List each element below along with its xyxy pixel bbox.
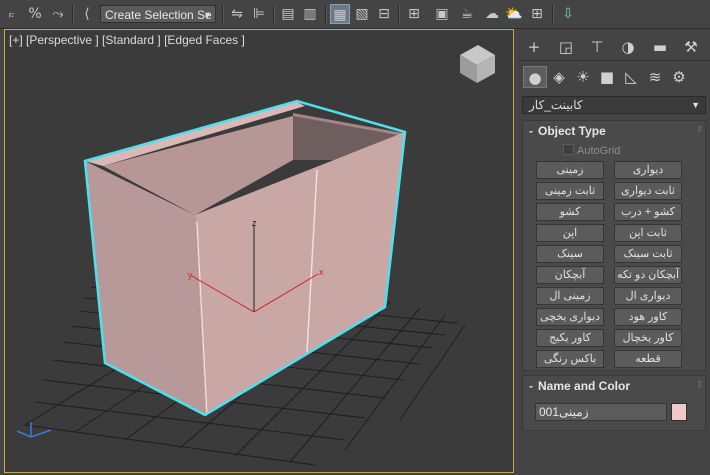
chevron-down-icon: ▼	[691, 100, 700, 110]
object-type-button[interactable]: ثابت زمینی	[536, 182, 604, 200]
toolbar-separator	[398, 5, 400, 23]
main-toolbar: ⟔ % ⤳ ⟨ Create Selection Se ▼ ⇋ ⊫ ▤ ▥ ▦ …	[0, 0, 710, 29]
chevron-down-icon: ▼	[203, 10, 212, 20]
object-type-button[interactable]: دیواری	[614, 161, 682, 179]
object-type-button[interactable]: ثابت سینک	[614, 245, 682, 263]
grip-icon[interactable]: ⁞⁞⁞	[697, 125, 702, 134]
schematic-view-icon[interactable]: ▧	[353, 4, 371, 24]
toolbar-separator	[273, 5, 275, 23]
object-type-button[interactable]: آبچکان	[536, 266, 604, 284]
viewport-layout-icon[interactable]: ⊞	[528, 4, 546, 24]
utilities-tab-icon[interactable]: ⚒	[679, 36, 703, 58]
mirror-icon[interactable]: ⇋	[228, 4, 246, 24]
render-production-icon[interactable]: ☁	[482, 4, 502, 24]
ribbon-toggle-icon[interactable]: ▥	[301, 4, 319, 24]
selection-filter-icon[interactable]: ⟨	[78, 4, 96, 24]
unlink-icon[interactable]: %	[26, 4, 44, 24]
object-type-button[interactable]: باکس رنگی	[536, 350, 604, 368]
spacewarps-icon[interactable]: ≋	[643, 66, 667, 88]
selection-set-label: Create Selection Se	[105, 8, 212, 22]
z-axis-label: z	[252, 218, 257, 228]
rendered-frame-icon[interactable]: ▣	[432, 4, 452, 24]
bind-space-warp-icon[interactable]: ⤳	[48, 4, 68, 24]
material-editor-icon[interactable]: ⊟	[375, 4, 393, 24]
systems-icon[interactable]: ⚙	[667, 66, 691, 88]
object-type-rollout: - Object Type ⁞⁞⁞ AutoGrid دیواری زمینی ثاب…	[522, 120, 706, 371]
toolbar-separator	[325, 5, 327, 23]
object-type-button[interactable]: کاور یخچال	[614, 329, 682, 347]
object-color-swatch[interactable]	[671, 403, 687, 421]
y-axis-label: y	[188, 270, 193, 280]
object-type-button[interactable]: دیواری ال	[614, 287, 682, 305]
object-type-button[interactable]: کشو	[536, 203, 604, 221]
object-type-button[interactable]: کاور یکیج	[536, 329, 604, 347]
curve-editor-icon[interactable]: ▦	[330, 4, 350, 24]
command-panel-tabs: + ◲ ⊤ ◑ ▬ ⚒	[518, 33, 710, 61]
object-type-button[interactable]: کشو + درب	[614, 203, 682, 221]
link-icon[interactable]: ⟔	[3, 4, 21, 24]
create-tab-icon[interactable]: +	[522, 36, 546, 58]
cabinet-box[interactable]: z x y	[83, 99, 407, 417]
object-type-button[interactable]: دیواری یخچی	[536, 308, 604, 326]
display-tab-icon[interactable]: ▬	[648, 36, 672, 58]
render-icon[interactable]: ☕	[457, 4, 477, 24]
object-type-button[interactable]: قطعه	[614, 350, 682, 368]
align-icon[interactable]: ⊫	[250, 4, 268, 24]
category-dropdown[interactable]: کابینت_کار ▼	[522, 96, 706, 114]
panel-divider	[518, 60, 710, 61]
geometry-icon[interactable]: ●	[523, 66, 547, 88]
perspective-viewport[interactable]: [+] [Perspective ] [Standard ] [Edged Fa…	[4, 29, 514, 473]
name-and-color-header[interactable]: - Name and Color	[529, 379, 630, 393]
lights-icon[interactable]: ☀	[571, 66, 595, 88]
object-type-button[interactable]: سینک	[536, 245, 604, 263]
toolbar-separator	[72, 5, 74, 23]
viewport-scene: z x y	[16, 45, 495, 466]
category-value: کابینت_کار	[529, 98, 583, 112]
create-subtabs: ● ◈ ☀ ■ ◺ ≋ ⚙	[518, 63, 710, 91]
object-type-button[interactable]: زمینی ال	[536, 287, 604, 305]
render-setup-icon[interactable]: ⊞	[404, 4, 424, 24]
world-axis-tripod	[16, 422, 52, 438]
layer-explorer-icon[interactable]: ▤	[279, 4, 297, 24]
modify-tab-icon[interactable]: ◲	[554, 36, 578, 58]
toolbar-separator	[222, 5, 224, 23]
object-type-button[interactable]: کاور هود	[614, 308, 682, 326]
x-axis-label: x	[319, 267, 324, 277]
object-name-field[interactable]: زمینی001	[535, 403, 667, 421]
shapes-icon[interactable]: ◈	[547, 66, 571, 88]
object-type-header[interactable]: - Object Type	[529, 124, 606, 138]
view-cube[interactable]	[460, 45, 495, 83]
motion-tab-icon[interactable]: ◑	[616, 36, 640, 58]
object-type-button[interactable]: ثابت دیواری	[614, 182, 682, 200]
object-type-button[interactable]: اپن	[536, 224, 604, 242]
object-type-button[interactable]: ثابت اپن	[614, 224, 682, 242]
render-cloud-icon[interactable]: ⛅	[504, 4, 524, 24]
command-panel: + ◲ ⊤ ◑ ▬ ⚒ ● ◈ ☀ ■ ◺ ≋ ⚙ کابینت_کار ▼ -…	[518, 29, 710, 475]
create-selection-set-dropdown[interactable]: Create Selection Se ▼	[100, 5, 216, 23]
hierarchy-tab-icon[interactable]: ⊤	[585, 36, 609, 58]
checkbox-icon	[563, 144, 574, 155]
cameras-icon[interactable]: ■	[595, 66, 619, 88]
grip-icon[interactable]: ⁞⁞⁞	[697, 380, 702, 389]
object-type-button[interactable]: آبچکان دو تکه	[614, 266, 682, 284]
toolbar-separator	[552, 5, 554, 23]
download-icon[interactable]: ⇩	[559, 4, 577, 24]
name-and-color-rollout: - Name and Color ⁞⁞⁞ زمینی001	[522, 375, 706, 431]
autogrid-checkbox[interactable]: AutoGrid	[563, 144, 620, 157]
helpers-icon[interactable]: ◺	[619, 66, 643, 88]
object-type-button[interactable]: زمینی	[536, 161, 604, 179]
